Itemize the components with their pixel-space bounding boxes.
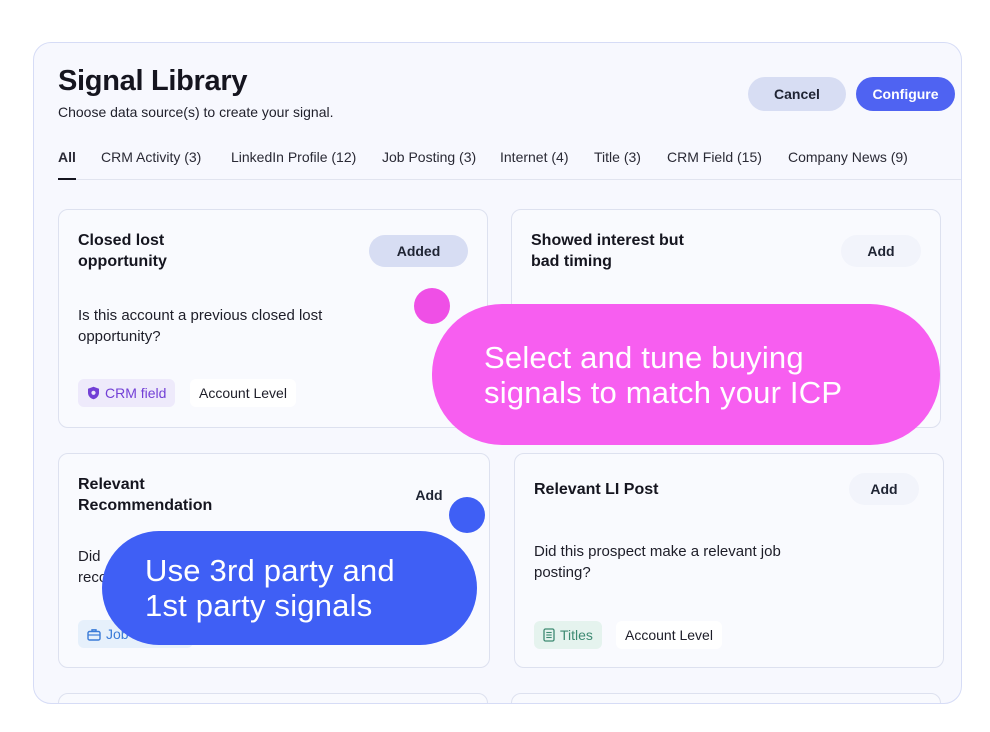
card-title-line: Recommendation <box>78 497 213 514</box>
source-tag: CRM field <box>78 379 176 407</box>
tab-crm-field[interactable]: CRM Field (15) <box>667 149 762 165</box>
category-tabs: All CRM Activity (3) LinkedIn Profile (1… <box>58 149 961 180</box>
callout-select-signals: Select and tune buying signals to match … <box>432 304 940 445</box>
page-subtitle: Choose data source(s) to create your sig… <box>58 104 334 120</box>
callout-line: Select and tune buying <box>484 339 804 375</box>
callout-third-party-signals: Use 3rd party and 1st party signals <box>102 531 477 645</box>
tab-all[interactable]: All <box>58 149 76 165</box>
callout-text: Use 3rd party and 1st party signals <box>145 553 395 623</box>
tab-company-news[interactable]: Company News (9) <box>788 149 908 165</box>
callout-text: Select and tune buying signals to match … <box>484 340 842 410</box>
active-tab-indicator <box>58 178 76 180</box>
callout-line: 1st party signals <box>145 588 373 623</box>
card-title-line: opportunity <box>78 253 167 270</box>
card-description: Did this prospect make a relevant job po… <box>534 541 781 583</box>
tab-title[interactable]: Title (3) <box>594 149 641 165</box>
tab-internet[interactable]: Internet (4) <box>500 149 568 165</box>
tag-label: CRM field <box>105 385 167 401</box>
tab-crm-activity[interactable]: CRM Activity (3) <box>101 149 201 165</box>
callout-line: Use 3rd party and <box>145 553 395 588</box>
card-title: Relevant LI Post <box>534 481 659 498</box>
shield-icon <box>87 386 100 400</box>
signal-card-relevant-li-post[interactable]: Relevant LI Post Add Did this prospect m… <box>514 453 944 668</box>
card-title-line: Showed interest but <box>531 232 684 249</box>
card-title: Closed lost opportunity <box>78 230 167 272</box>
card-title-line: Relevant <box>78 476 145 493</box>
document-icon <box>543 628 555 642</box>
card-description-line: Did this prospect make a relevant job <box>534 543 781 560</box>
add-button[interactable]: Add <box>841 235 921 267</box>
card-description-line: Is this account a previous closed lost <box>78 307 323 324</box>
add-button[interactable]: Add <box>849 473 919 505</box>
pink-marker-dot <box>414 288 450 324</box>
cancel-button[interactable]: Cancel <box>748 77 846 111</box>
card-description-line: opportunity? <box>78 328 161 345</box>
card-title: Showed interest but bad timing <box>531 230 684 272</box>
page-title: Signal Library <box>58 65 248 97</box>
card-title-line: bad timing <box>531 253 612 270</box>
card-description: Is this account a previous closed lost o… <box>78 305 322 347</box>
source-tag: Titles <box>534 621 602 649</box>
signal-card-partial[interactable] <box>58 693 488 703</box>
card-description-line: posting? <box>534 564 591 581</box>
tab-job-posting[interactable]: Job Posting (3) <box>382 149 476 165</box>
callout-line: signals to match your ICP <box>484 374 843 410</box>
level-tag: Account Level <box>190 379 296 407</box>
tag-label: Titles <box>560 627 593 643</box>
level-tag: Account Level <box>616 621 722 649</box>
tab-label: All <box>58 149 76 165</box>
card-description-line: Did <box>78 548 101 565</box>
added-button[interactable]: Added <box>369 235 468 267</box>
briefcase-icon <box>87 628 101 641</box>
tab-linkedin-profile[interactable]: LinkedIn Profile (12) <box>231 149 356 165</box>
card-title-line: Closed lost <box>78 232 165 249</box>
blue-marker-dot <box>449 497 485 533</box>
card-title: Relevant Recommendation <box>78 474 212 516</box>
configure-button[interactable]: Configure <box>856 77 955 111</box>
signal-card-partial[interactable] <box>511 693 941 703</box>
